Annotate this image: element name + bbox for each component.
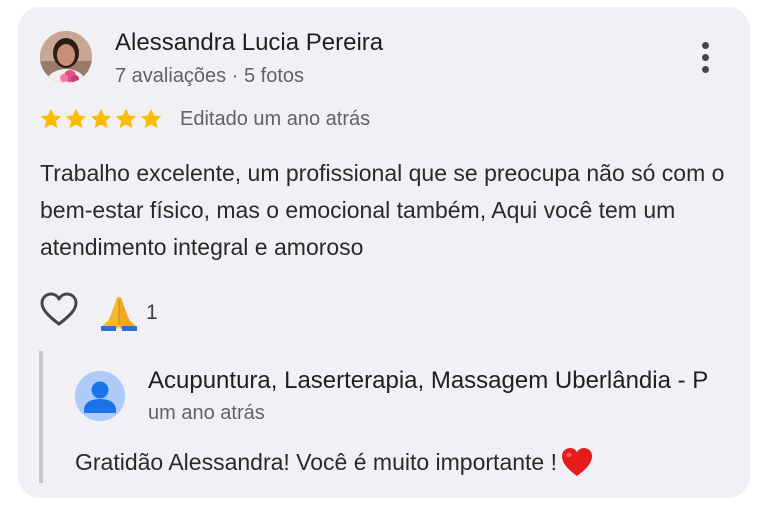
review-text: Trabalho excelente, um profissional que … (40, 160, 725, 260)
star-rating (39, 107, 163, 131)
owner-name[interactable]: Acupuntura, Laserterapia, Massagem Uberl… (148, 367, 708, 395)
author-meta: 7 avaliações · 5 fotos (115, 65, 304, 87)
user-avatar-icon (75, 371, 125, 421)
star-icon (140, 108, 162, 129)
reply-text-row: Gratidão Alessandra! Você é muito import… (75, 446, 594, 478)
edited-timestamp: Editado um ano atrás (180, 108, 371, 130)
review-card: Alessandra Lucia Pereira 7 avaliações · … (18, 7, 750, 498)
like-button[interactable] (39, 291, 79, 331)
author-name[interactable]: Alessandra Lucia Pereira (115, 29, 383, 57)
reaction-count: 1 (146, 301, 158, 324)
owner-avatar[interactable] (75, 371, 125, 421)
more-options-button[interactable] (690, 37, 720, 77)
star-icon (115, 108, 137, 129)
more-vertical-icon (701, 41, 709, 49)
reply-text: Gratidão Alessandra! Você é muito import… (75, 448, 557, 475)
star-icon (65, 108, 87, 129)
reply-timestamp: um ano atrás (148, 402, 265, 424)
red-heart-emoji (562, 448, 592, 476)
owner-reply: Acupuntura, Laserterapia, Massagem Uberl… (39, 351, 750, 483)
folded-hands-emoji (101, 297, 137, 331)
author-avatar[interactable] (40, 31, 92, 83)
heart-outline-icon (40, 292, 78, 326)
star-icon (40, 108, 62, 129)
star-icon (90, 108, 112, 129)
reaction-button[interactable]: 1 (100, 295, 158, 331)
